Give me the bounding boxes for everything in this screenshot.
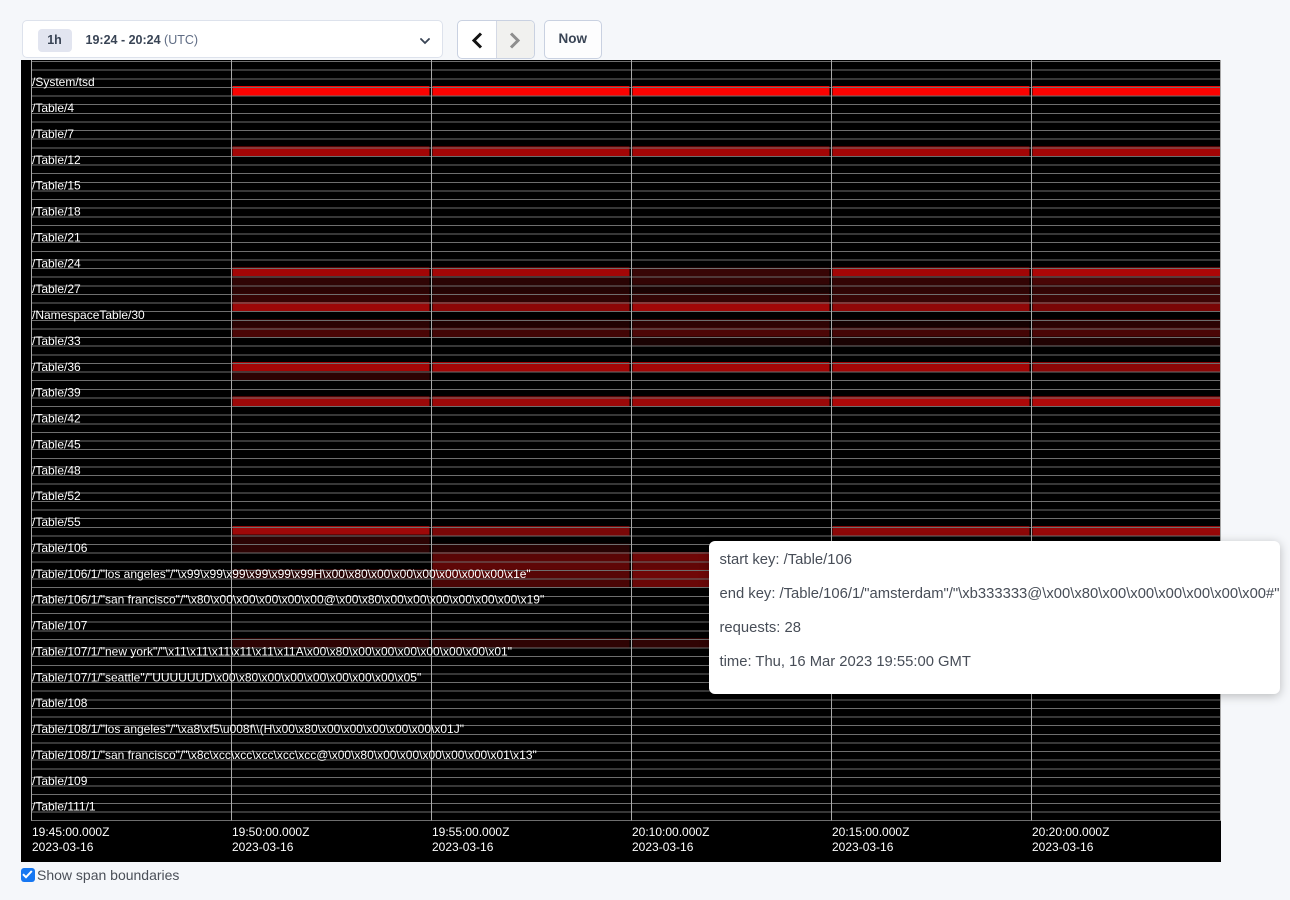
svg-text:/Table/108/1/"los angeles"/"\x: /Table/108/1/"los angeles"/"\xa8\xf5\u00… — [32, 722, 464, 736]
svg-text:/Table/4: /Table/4 — [32, 101, 74, 115]
svg-text:2023-03-16: 2023-03-16 — [32, 840, 94, 854]
svg-text:/Table/106: /Table/106 — [32, 541, 88, 555]
svg-text:/Table/27: /Table/27 — [32, 282, 81, 296]
svg-text:/Table/39: /Table/39 — [32, 386, 81, 400]
svg-text:/Table/45: /Table/45 — [32, 437, 81, 451]
svg-text:/Table/106/1/"los angeles"/"\x: /Table/106/1/"los angeles"/"\x99\x99\x99… — [32, 567, 531, 581]
svg-text:/Table/21: /Table/21 — [32, 230, 81, 244]
svg-text:/Table/52: /Table/52 — [32, 489, 81, 503]
svg-text:2023-03-16: 2023-03-16 — [232, 840, 294, 854]
svg-text:/NamespaceTable/30: /NamespaceTable/30 — [32, 308, 145, 322]
svg-text:/Table/18: /Table/18 — [32, 205, 81, 219]
svg-text:2023-03-16: 2023-03-16 — [1032, 840, 1094, 854]
svg-text:/Table/48: /Table/48 — [32, 463, 81, 477]
svg-text:19:50:00.000Z: 19:50:00.000Z — [232, 825, 309, 839]
svg-text:2023-03-16: 2023-03-16 — [832, 840, 894, 854]
svg-text:20:10:00.000Z: 20:10:00.000Z — [632, 825, 709, 839]
svg-text:/Table/108/1/"san francisco"/": /Table/108/1/"san francisco"/"\x8c\xcc\x… — [32, 748, 537, 762]
svg-text:/Table/12: /Table/12 — [32, 153, 81, 167]
svg-text:/Table/107: /Table/107 — [32, 619, 88, 633]
svg-text:/Table/33: /Table/33 — [32, 334, 81, 348]
svg-text:/Table/55: /Table/55 — [32, 515, 81, 529]
svg-text:19:55:00.000Z: 19:55:00.000Z — [432, 825, 509, 839]
svg-text:/Table/24: /Table/24 — [32, 256, 81, 270]
svg-text:/Table/108: /Table/108 — [32, 696, 88, 710]
svg-text:/System/tsd: /System/tsd — [32, 75, 95, 89]
svg-text:/Table/107/1/"new york"/"\x11\: /Table/107/1/"new york"/"\x11\x11\x11\x1… — [32, 644, 512, 658]
svg-text:/Table/106/1/"san francisco"/": /Table/106/1/"san francisco"/"\x80\x00\x… — [32, 593, 544, 607]
svg-text:19:45:00.000Z: 19:45:00.000Z — [32, 825, 109, 839]
svg-text:/Table/42: /Table/42 — [32, 412, 81, 426]
svg-text:/Table/7: /Table/7 — [32, 127, 74, 141]
svg-text:20:15:00.000Z: 20:15:00.000Z — [832, 825, 909, 839]
svg-text:/Table/111/1: /Table/111/1 — [32, 800, 96, 814]
svg-text:/Table/15: /Table/15 — [32, 179, 81, 193]
svg-text:20:20:00.000Z: 20:20:00.000Z — [1032, 825, 1109, 839]
svg-text:2023-03-16: 2023-03-16 — [432, 840, 494, 854]
svg-text:/Table/107/1/"seattle"/"UUUUUU: /Table/107/1/"seattle"/"UUUUUUD\x00\x80\… — [32, 670, 421, 684]
svg-text:/Table/109: /Table/109 — [32, 774, 88, 788]
svg-text:2023-03-16: 2023-03-16 — [632, 840, 694, 854]
svg-text:/Table/36: /Table/36 — [32, 360, 81, 374]
